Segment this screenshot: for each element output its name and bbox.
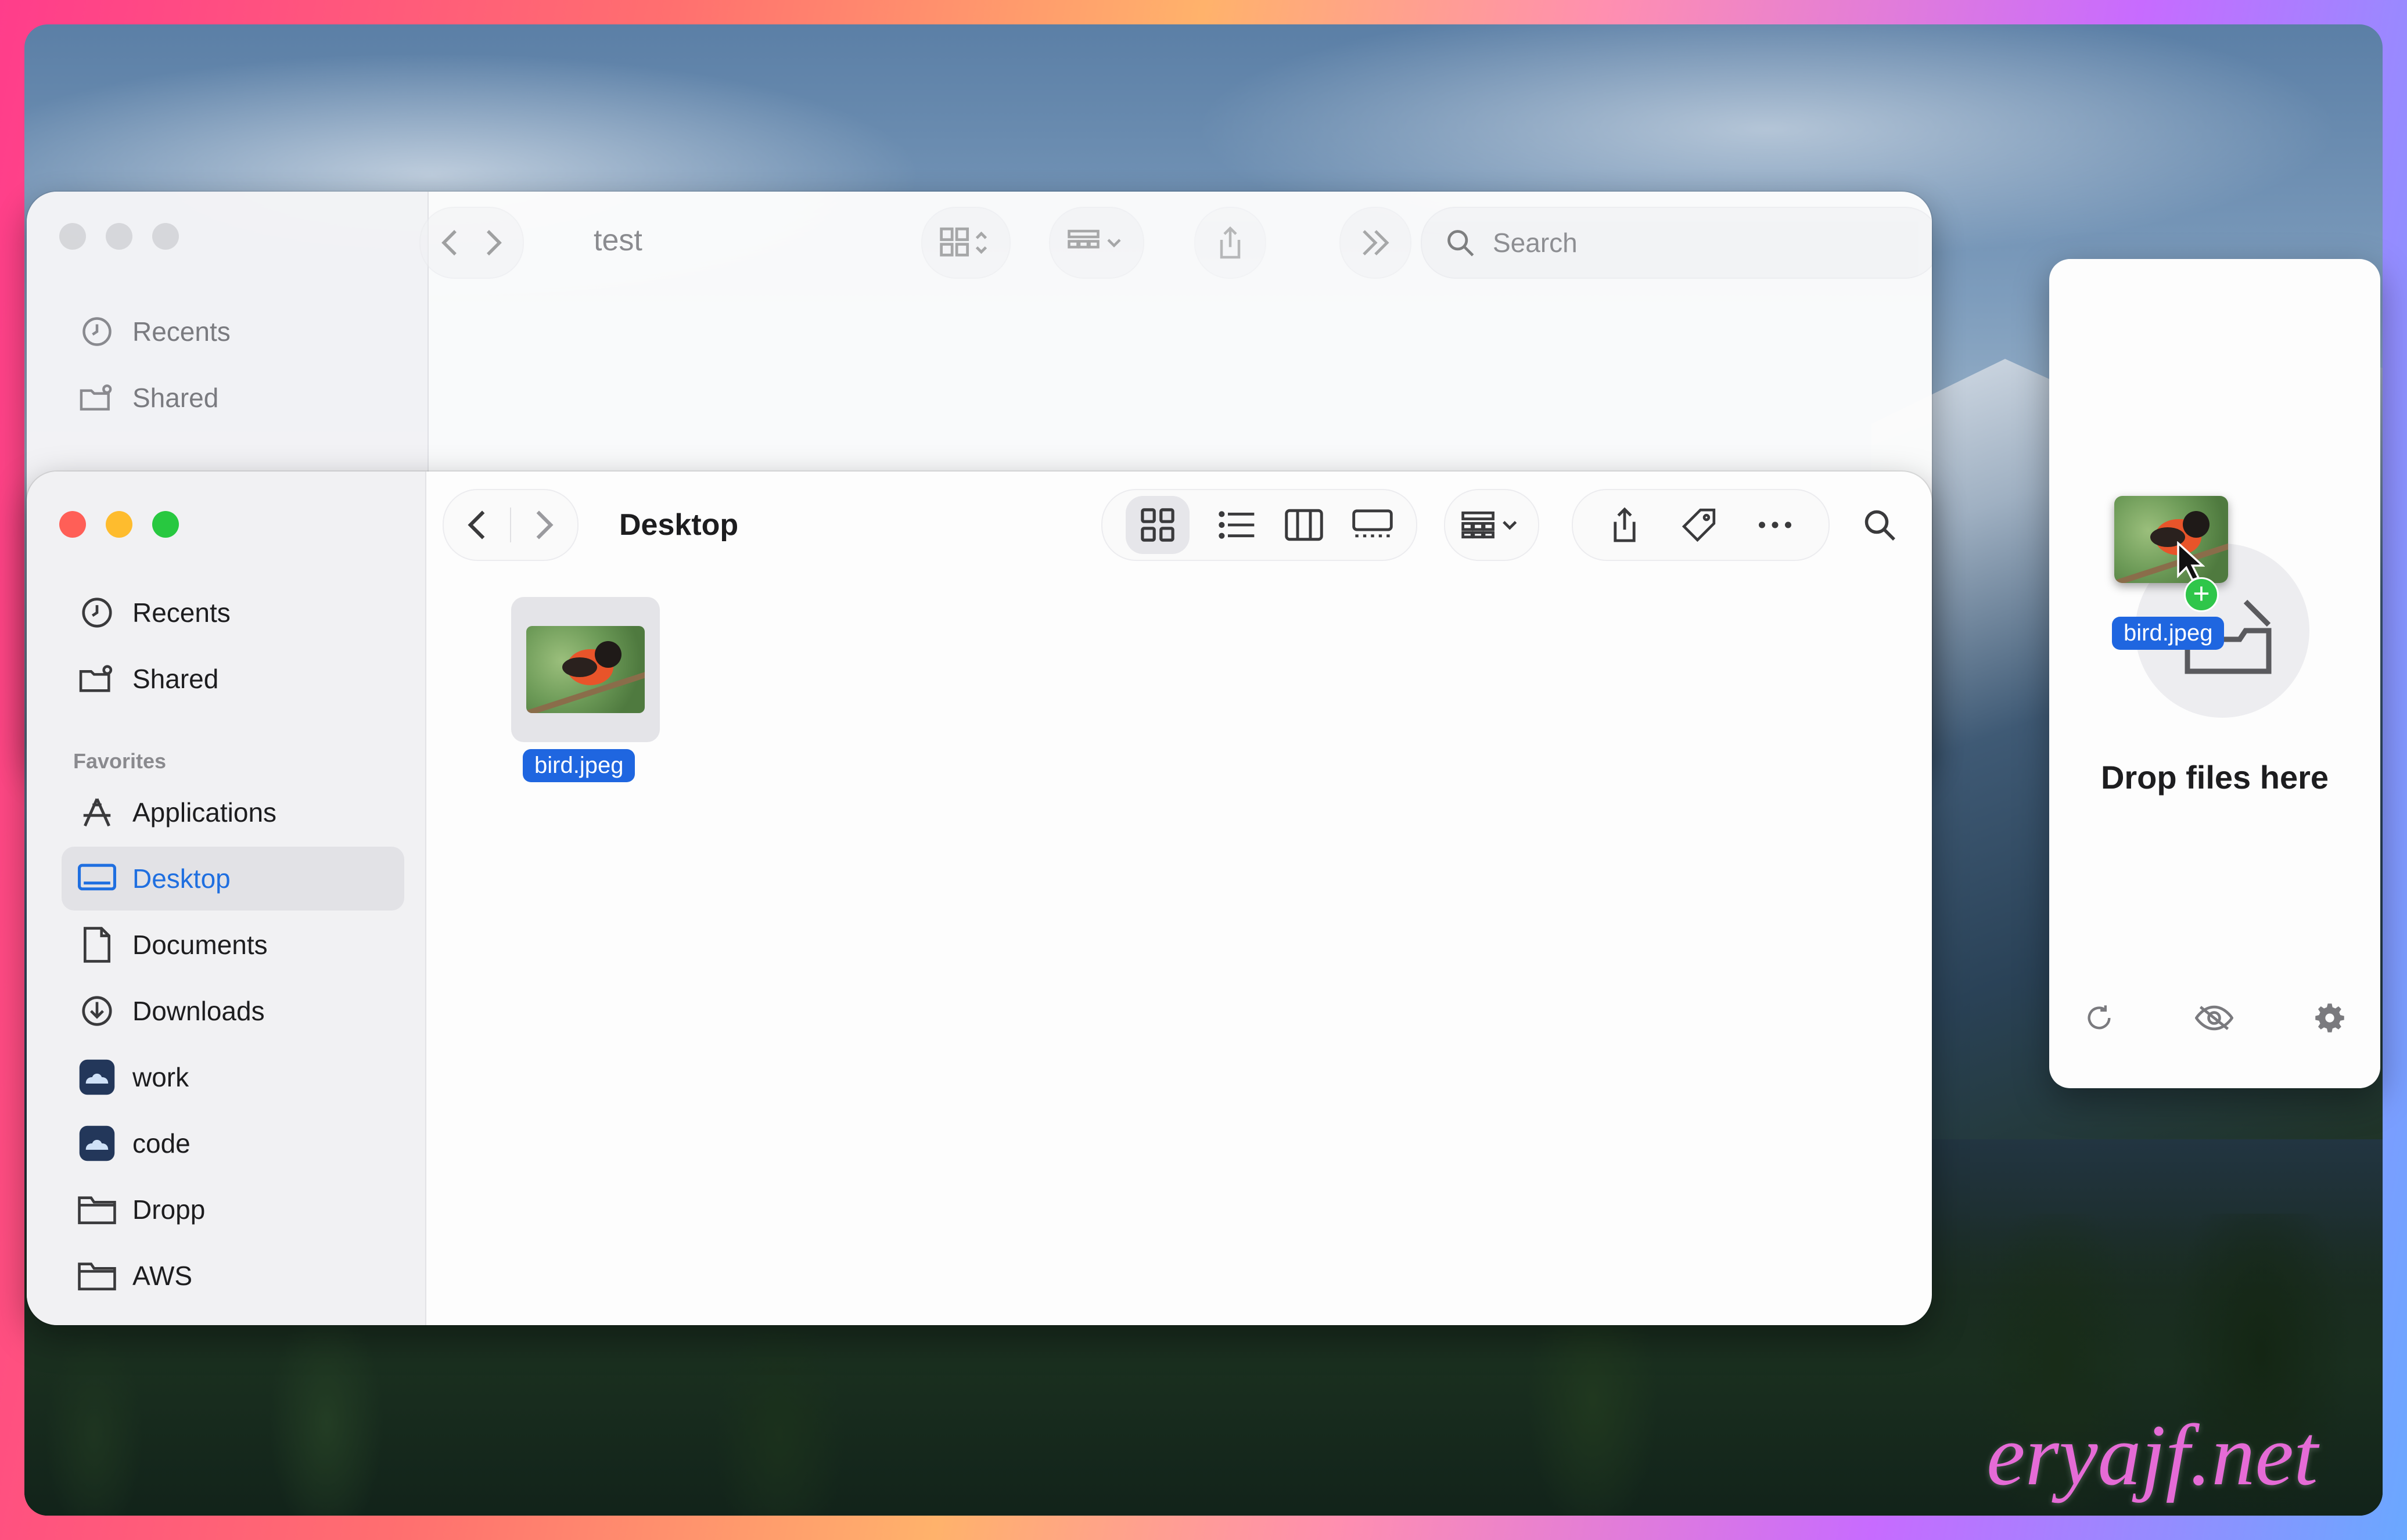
- back-nav-group: [419, 207, 524, 279]
- group-by-button[interactable]: [1444, 489, 1539, 561]
- grid-view-icon: [940, 226, 992, 259]
- sidebar-item-label: Documents: [132, 930, 268, 960]
- clock-icon: [78, 312, 116, 351]
- drop-message: Drop files here: [2100, 759, 2329, 796]
- sidebar-item-label: code: [132, 1128, 191, 1158]
- refresh-icon[interactable]: [2084, 1002, 2114, 1034]
- action-group: [1572, 489, 1830, 561]
- watermark-text: eryajf.net: [1986, 1407, 2318, 1503]
- sidebar-item-recents[interactable]: Recents: [62, 581, 404, 645]
- back-minimize-button[interactable]: [106, 223, 132, 250]
- more-options-icon[interactable]: [1758, 519, 1792, 531]
- applications-icon: [78, 793, 116, 832]
- cloud-drive-icon: [78, 1124, 116, 1163]
- drop-zone-panel[interactable]: + bird.jpeg Drop files here: [2049, 259, 2380, 1088]
- sidebar-item-label: AWS: [132, 1261, 193, 1291]
- document-icon: [78, 926, 116, 964]
- cloud-drive-icon: [78, 1058, 116, 1096]
- group-by-icon: [1068, 228, 1126, 257]
- file-thumbnail-bird[interactable]: [511, 597, 660, 742]
- sidebar-item-documents[interactable]: Documents: [62, 913, 404, 977]
- forward-arrow-icon[interactable]: [482, 228, 505, 257]
- sidebar-item-downloads[interactable]: Downloads: [62, 979, 404, 1043]
- sidebar-item-code[interactable]: code: [62, 1111, 404, 1175]
- copy-plus-badge-icon: +: [2184, 577, 2219, 612]
- shared-folder-icon: [78, 660, 116, 698]
- zoom-button[interactable]: [152, 511, 179, 538]
- download-icon: [78, 992, 116, 1030]
- back-zoom-button[interactable]: [152, 223, 179, 250]
- sidebar-item-label: Dropp: [132, 1194, 206, 1225]
- folder-icon: [78, 1190, 116, 1229]
- sidebar-item-label: Shared: [132, 664, 219, 694]
- sidebar-item-desktop[interactable]: Desktop: [62, 847, 404, 911]
- search-placeholder: Search: [1493, 228, 1578, 258]
- folder-icon: [78, 1257, 116, 1295]
- sidebar-item-label: Downloads: [132, 996, 265, 1026]
- sidebar-item-label: work: [132, 1062, 189, 1092]
- back-close-button[interactable]: [59, 223, 86, 250]
- nav-group: [443, 489, 579, 561]
- list-view-icon[interactable]: [1219, 509, 1256, 541]
- finder-sidebar: Recents Shared Favorites Applications De…: [27, 472, 426, 1325]
- group-by-icon: [1461, 510, 1522, 540]
- eye-slash-icon[interactable]: [2195, 1002, 2233, 1034]
- gear-icon[interactable]: [2314, 1002, 2345, 1034]
- back-sidebar-item-label: Shared: [132, 383, 219, 413]
- back-traffic-lights: [59, 223, 179, 250]
- back-sidebar-item-label: Recents: [132, 316, 231, 347]
- sidebar-item-shared[interactable]: Shared: [62, 647, 404, 711]
- bird-photo-thumbnail: [526, 626, 645, 713]
- back-view-switcher[interactable]: [921, 207, 1011, 279]
- back-arrow-icon[interactable]: [465, 509, 489, 541]
- sidebar-item-label: Recents: [132, 598, 231, 628]
- forward-arrow-icon[interactable]: [532, 509, 556, 541]
- back-sidebar-item-recents[interactable]: Recents: [62, 300, 407, 364]
- sidebar-item-applications[interactable]: Applications: [62, 780, 404, 844]
- desktop-icon: [78, 859, 116, 898]
- back-sidebar-item-shared[interactable]: Shared: [62, 366, 407, 430]
- dragged-file-label: bird.jpeg: [2112, 617, 2225, 650]
- column-view-icon[interactable]: [1285, 509, 1323, 541]
- minimize-button[interactable]: [106, 511, 132, 538]
- finder-window-desktop[interactable]: Recents Shared Favorites Applications De…: [27, 472, 1932, 1325]
- back-share-button[interactable]: [1194, 207, 1266, 279]
- nav-divider: [510, 508, 511, 542]
- chevron-double-right-icon: [1358, 228, 1393, 257]
- share-icon[interactable]: [1609, 506, 1640, 544]
- window-title: Desktop: [619, 508, 739, 542]
- cursor-arrow-icon: [2177, 541, 2205, 581]
- gallery-view-icon[interactable]: [1352, 509, 1393, 541]
- sidebar-item-label: Desktop: [132, 863, 231, 894]
- view-mode-switcher: [1101, 489, 1417, 561]
- panel-toolbar: [2084, 1002, 2345, 1034]
- sidebar-item-dropp[interactable]: Dropp: [62, 1178, 404, 1242]
- back-window-title: test: [594, 224, 642, 257]
- icon-view-button[interactable]: [1126, 496, 1190, 554]
- sidebar-item-aws[interactable]: AWS: [62, 1244, 404, 1308]
- sidebar-section-favorites: Favorites: [73, 749, 167, 773]
- sidebar-item-label: Applications: [132, 797, 277, 827]
- clock-icon: [78, 593, 116, 632]
- back-arrow-icon[interactable]: [438, 228, 461, 257]
- back-group-button[interactable]: [1049, 207, 1144, 279]
- tag-icon[interactable]: [1681, 507, 1717, 543]
- share-icon: [1216, 225, 1245, 260]
- shared-folder-icon: [78, 379, 116, 417]
- search-icon[interactable]: [1862, 508, 1897, 542]
- close-button[interactable]: [59, 511, 86, 538]
- back-search-field[interactable]: Search: [1421, 207, 1932, 279]
- file-name-label[interactable]: bird.jpeg: [523, 749, 635, 782]
- traffic-lights: [59, 511, 179, 538]
- sidebar-item-work[interactable]: work: [62, 1045, 404, 1109]
- back-more-button[interactable]: [1339, 207, 1411, 279]
- search-icon: [1445, 228, 1475, 258]
- dragged-file-thumbnail: [2114, 496, 2228, 583]
